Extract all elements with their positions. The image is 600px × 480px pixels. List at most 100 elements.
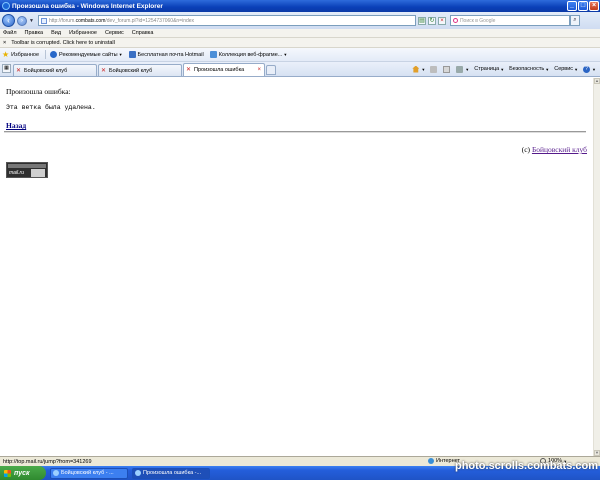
security-menu-label: Безопасность (509, 66, 545, 72)
feeds-button[interactable] (430, 65, 438, 73)
search-provider-icon (452, 18, 458, 23)
favorite-webslices[interactable]: Коллекция веб-фрагме... ▼ (209, 51, 288, 58)
windows-logo-icon (4, 469, 11, 477)
tools-menu-button[interactable]: Сервис ▼ (554, 66, 578, 72)
menu-view[interactable]: Вид (51, 30, 61, 36)
minimize-button[interactable]: _ (567, 1, 577, 11)
history-dropdown-icon[interactable]: ▼ (29, 18, 34, 24)
chevron-down-icon: ▼ (592, 66, 596, 72)
mailru-counter-badge[interactable]: mail.ru (6, 162, 48, 178)
favorite-recommended[interactable]: Рекомендуемые сайты ▼ (50, 51, 123, 58)
globe-icon (428, 458, 434, 464)
chevron-down-icon: ▼ (574, 66, 579, 72)
search-button[interactable]: ⌕ (569, 15, 580, 26)
menu-bar: Файл Правка Вид Избранное Сервис Справка (0, 29, 600, 38)
taskbar-item-fight-club[interactable]: Бойцовский клуб - ... (50, 467, 128, 479)
counter-top-strip (8, 164, 46, 168)
print-button[interactable]: ▼ (456, 65, 470, 73)
back-link[interactable]: Назад (6, 121, 26, 130)
chevron-down-icon: ▼ (421, 66, 426, 72)
mail-icon (443, 65, 451, 73)
address-input[interactable]: http://forum. combats.com/dev_forum.pl?id… (37, 15, 416, 26)
address-row: ‹ › ▼ http://forum. combats.com/dev_forum… (0, 12, 600, 29)
printer-icon (456, 65, 464, 73)
hotmail-icon (128, 51, 136, 58)
url-rest: /dev_forum.pl?id=1254737060&n=index (105, 17, 195, 24)
address-tools: ▤ ↻ × (417, 16, 446, 25)
forward-button[interactable]: › (17, 15, 27, 26)
notification-text[interactable]: Toolbar is corrupted. Click here to unin… (11, 40, 115, 46)
page-icon (40, 17, 47, 24)
compat-view-icon[interactable]: ▤ (417, 16, 426, 25)
ie-logo-icon (2, 2, 10, 10)
tab-fight-club-1[interactable]: ✕ Бойцовский клуб (13, 64, 97, 76)
chevron-down-icon: ▼ (545, 66, 550, 72)
copyright: (c) Бойцовский клуб (522, 145, 587, 154)
help-button[interactable]: ? ▼ (583, 65, 596, 73)
favorites-separator (45, 50, 47, 59)
menu-file[interactable]: Файл (3, 30, 17, 36)
favorite-hotmail[interactable]: Бесплатная почта Hotmail (128, 51, 204, 58)
menu-favorites[interactable]: Избранное (69, 30, 97, 36)
tab-fight-club-2[interactable]: ✕ Бойцовский клуб (98, 64, 182, 76)
help-icon: ? (583, 65, 591, 73)
counter-logo: mail.ru (9, 170, 25, 176)
ie-icon (135, 470, 141, 476)
tab-label: Произошла ошибка (194, 67, 245, 73)
error-message: Эта ветка была удалена. (6, 104, 96, 111)
close-tab-icon[interactable]: × (257, 67, 261, 73)
favorite-label: Коллекция веб-фрагме... (218, 51, 283, 58)
feed-icon (430, 65, 438, 73)
security-menu-button[interactable]: Безопасность ▼ (509, 66, 549, 72)
browser-window: Произошла ошибка - Windows Internet Expl… (0, 0, 600, 480)
quick-tabs-icon[interactable]: ▦ (2, 64, 11, 73)
close-notification-icon[interactable]: × (3, 40, 6, 46)
new-tab-button[interactable] (266, 65, 276, 75)
tab-label: Бойцовский клуб (109, 67, 153, 74)
favorites-button[interactable]: Избранное (11, 52, 39, 58)
favorite-label: Рекомендуемые сайты (59, 51, 118, 58)
search-input[interactable]: Поиск в Google (449, 15, 570, 26)
taskbar-item-error[interactable]: Произошла ошибка -... (132, 467, 210, 479)
title-bar: Произошла ошибка - Windows Internet Expl… (0, 0, 600, 12)
scroll-up-icon[interactable]: ▲ (594, 78, 600, 84)
page-menu-button[interactable]: Страница ▼ (474, 66, 504, 72)
chevron-down-icon: ▼ (465, 66, 470, 72)
crossed-swords-icon: ✕ (16, 67, 22, 74)
start-button[interactable]: пуск (0, 466, 46, 480)
tab-error-active[interactable]: ✕ Произошла ошибка × (183, 63, 265, 76)
page-menu-label: Страница (474, 66, 500, 72)
tab-label: Бойцовский клуб (24, 67, 68, 74)
fight-club-link[interactable]: Бойцовский клуб (532, 145, 587, 154)
divider (4, 131, 586, 133)
home-icon (412, 65, 420, 73)
url-host: combats.com (75, 17, 106, 24)
task-label: Произошла ошибка -... (143, 470, 202, 476)
read-mail-button[interactable] (443, 65, 451, 73)
stop-icon[interactable]: × (437, 16, 446, 25)
chevron-down-icon: ▼ (283, 52, 288, 57)
home-button[interactable]: ▼ (412, 65, 426, 73)
ie-icon (53, 470, 59, 476)
maximize-button[interactable]: □ (578, 1, 588, 11)
window-controls: _ □ × (567, 1, 599, 11)
vertical-scrollbar[interactable]: ▲ ▼ (593, 78, 600, 456)
page-content: Произошла ошибка: Эта ветка была удалена… (0, 78, 600, 456)
close-window-button[interactable]: × (589, 1, 599, 11)
command-bar: ▼ ▼ Страница ▼ Безопасность ▼ Сервис ▼ ?… (412, 63, 596, 75)
task-label: Бойцовский клуб - ... (61, 470, 114, 476)
crossed-swords-icon: ✕ (101, 67, 107, 74)
favorites-star-icon[interactable]: ★ (2, 50, 9, 59)
back-button[interactable]: ‹ (2, 14, 15, 27)
menu-tools[interactable]: Сервис (105, 30, 124, 36)
error-title: Произошла ошибка: (6, 87, 71, 96)
menu-edit[interactable]: Правка (25, 30, 44, 36)
ie-site-icon (50, 51, 58, 58)
menu-help[interactable]: Справка (132, 30, 154, 36)
refresh-icon[interactable]: ↻ (427, 16, 436, 25)
crossed-swords-icon: ✕ (186, 67, 192, 73)
chevron-down-icon: ▼ (500, 66, 505, 72)
copyright-prefix: (c) (521, 145, 531, 154)
notification-bar[interactable]: × Toolbar is corrupted. Click here to un… (0, 38, 600, 48)
webslice-icon (209, 51, 217, 58)
